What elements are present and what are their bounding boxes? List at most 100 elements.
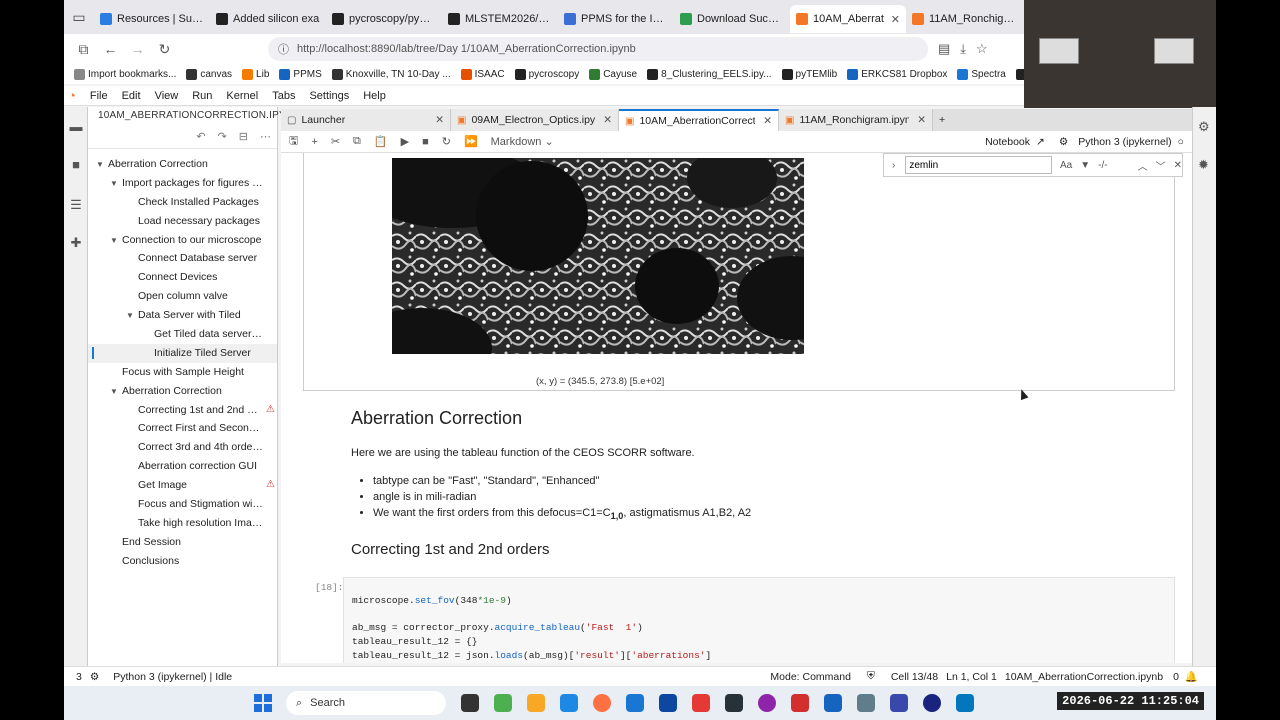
browser-tab[interactable]: Download Success (674, 5, 790, 33)
add-cell-icon[interactable]: + (311, 136, 317, 148)
close-tab-icon[interactable]: ✕ (435, 114, 444, 126)
find-input[interactable] (905, 156, 1053, 174)
app-icon[interactable] (659, 694, 677, 712)
browser-tab[interactable]: pycroscopy/pyTEM (326, 5, 442, 33)
filter-icon[interactable]: ▼ (1080, 160, 1090, 171)
pdf-icon[interactable] (791, 694, 809, 712)
bookmark-item[interactable]: pycroscopy (514, 68, 579, 80)
toc-item[interactable]: Connect Database server (88, 249, 277, 268)
toc-item[interactable]: Correct First and Second Or... (88, 419, 277, 438)
toc-item[interactable]: Connect Devices (88, 268, 277, 287)
notebook-mode-label[interactable]: Notebook (985, 136, 1030, 148)
toc-item[interactable]: Initialize Tiled Server (88, 343, 277, 363)
collapse-icon[interactable]: ⊟ (239, 130, 248, 143)
app-icon[interactable] (890, 694, 908, 712)
redo-icon[interactable]: ↷ (218, 130, 227, 143)
folder-icon[interactable]: ▬ (69, 119, 83, 134)
bookmark-item[interactable]: Import bookmarks... (74, 68, 176, 80)
bell-icon[interactable]: 🔔 (1185, 670, 1198, 683)
external-link-icon[interactable]: ↗ (1036, 136, 1045, 148)
menu-item-tabs[interactable]: Tabs (272, 90, 295, 102)
expand-replace-icon[interactable]: › (892, 160, 895, 171)
toc-item[interactable]: Aberration correction GUI (88, 457, 277, 476)
caret-down-icon[interactable]: ▼ (110, 383, 122, 401)
bookmark-item[interactable]: Cayuse (589, 68, 637, 80)
caret-down-icon[interactable]: ▼ (110, 175, 122, 193)
run-all-icon[interactable]: ⏩ (464, 135, 478, 148)
toc-item[interactable]: Take high resolution Image (88, 514, 277, 533)
document-tab[interactable]: ▣ 09AM_Electron_Optics.ipynb ✕ (451, 109, 619, 131)
file-explorer-icon[interactable] (527, 694, 545, 712)
cell-indicator[interactable]: Cell 13/48 (891, 671, 938, 683)
menu-item-file[interactable]: File (90, 90, 108, 102)
save-icon[interactable]: 🖫 (289, 132, 298, 151)
next-match-icon[interactable]: ﹀ (1156, 158, 1166, 173)
new-tab-icon[interactable]: + (933, 109, 952, 131)
terminal-icon[interactable] (725, 694, 743, 712)
menu-item-run[interactable]: Run (192, 90, 212, 102)
menu-item-help[interactable]: Help (363, 90, 386, 102)
bookmark-item[interactable]: MSE672 (1015, 68, 1024, 80)
more-icon[interactable]: ⋯ (260, 130, 271, 143)
browser-tab[interactable]: PPMS for the IAM (558, 5, 674, 33)
menu-item-settings[interactable]: Settings (309, 90, 349, 102)
back-icon[interactable]: ← (97, 41, 124, 57)
cut-icon[interactable]: ✂ (331, 135, 340, 148)
caret-down-icon[interactable]: ▼ (126, 307, 138, 325)
sidebar-toggle-icon[interactable]: ⧉ (70, 41, 97, 58)
toc-item[interactable]: Correcting 1st and 2nd or... ⚠ (88, 401, 277, 420)
markdown-cell[interactable]: Aberration Correction Here we are using … (351, 408, 1111, 558)
toc-item[interactable]: Open column valve (88, 287, 277, 306)
cell-type-select[interactable]: Markdown ⌄ (491, 135, 554, 148)
toc-item[interactable]: ▼ Aberration Correction (88, 382, 277, 401)
stop-icon[interactable]: ■ (422, 136, 429, 148)
caret-down-icon[interactable]: ▼ (110, 232, 122, 250)
copy-icon[interactable]: ⧉ (353, 135, 361, 148)
bookmark-item[interactable]: pyTEMlib (781, 68, 837, 80)
toc-icon[interactable]: ☰ (69, 197, 83, 212)
download-icon[interactable]: ⤓ (960, 41, 966, 57)
microscope-image[interactable] (392, 158, 804, 354)
close-tab-icon[interactable]: ✕ (891, 13, 900, 26)
browser-tab[interactable]: MLSTEM2026/Day (442, 5, 558, 33)
bookmark-item[interactable]: Lib (242, 68, 269, 80)
document-tab[interactable]: ▣ 11AM_Ronchigram.ipynb ✕ (779, 109, 933, 131)
vscode-icon[interactable] (626, 694, 644, 712)
property-inspector-icon[interactable]: ⚙ (1198, 119, 1210, 135)
extension-icon[interactable]: ✚ (69, 235, 83, 250)
start-icon[interactable] (254, 694, 272, 712)
bookmark-item[interactable]: 8_Clustering_EELS.ipy... (647, 68, 772, 80)
forward-icon[interactable]: → (124, 41, 151, 57)
running-icon[interactable]: ■ (69, 157, 83, 172)
document-tab[interactable]: ▢ Launcher ✕ (281, 109, 451, 131)
kernel-name[interactable]: Python 3 (ipykernel) (1078, 136, 1171, 148)
taskbar-search[interactable]: ⌕ Search (286, 691, 446, 715)
code-cell[interactable]: microscope.set_fov(348*1e-9) ab_msg = co… (343, 577, 1175, 663)
settings-gear-icon[interactable]: ⚙ (1059, 136, 1068, 148)
bookmark-item[interactable]: ISAAC (460, 68, 505, 80)
paste-icon[interactable]: 📋 (374, 135, 388, 148)
outlook-icon[interactable] (956, 694, 974, 712)
notification-count[interactable]: 0 (1173, 671, 1179, 683)
browser-tab[interactable]: Resources | Summer S (94, 5, 210, 33)
app-icon[interactable] (494, 694, 512, 712)
word-icon[interactable] (824, 694, 842, 712)
kernel-gear-icon[interactable]: ⚙ (90, 671, 99, 683)
bookmark-item[interactable]: ERKCS81 Dropbox (847, 68, 947, 80)
document-tab[interactable]: ▣ 10AM_AberrationCorrection. ✕ (619, 109, 779, 131)
toc-item[interactable]: Focus with Sample Height (88, 363, 277, 382)
bookmark-item[interactable]: Knoxville, TN 10-Day ... (331, 68, 451, 80)
toc-item[interactable]: Get Image ⚠ (88, 476, 277, 495)
toc-item[interactable]: ▼ Connection to our microscope (88, 231, 277, 250)
menu-item-edit[interactable]: Edit (122, 90, 141, 102)
zoom-icon[interactable] (923, 694, 941, 712)
close-find-icon[interactable]: ✕ (1174, 160, 1182, 171)
run-icon[interactable]: ▶ (401, 135, 409, 148)
cursor-position[interactable]: Ln 1, Col 1 (946, 671, 997, 683)
menu-item-view[interactable]: View (155, 90, 179, 102)
clock[interactable]: 2026-06-22 11:25:04 (1057, 692, 1204, 710)
restart-icon[interactable]: ↻ (442, 135, 451, 148)
toc-item[interactable]: Check Installed Packages (88, 193, 277, 212)
undo-icon[interactable]: ↶ (196, 130, 205, 143)
settings-icon[interactable] (857, 694, 875, 712)
